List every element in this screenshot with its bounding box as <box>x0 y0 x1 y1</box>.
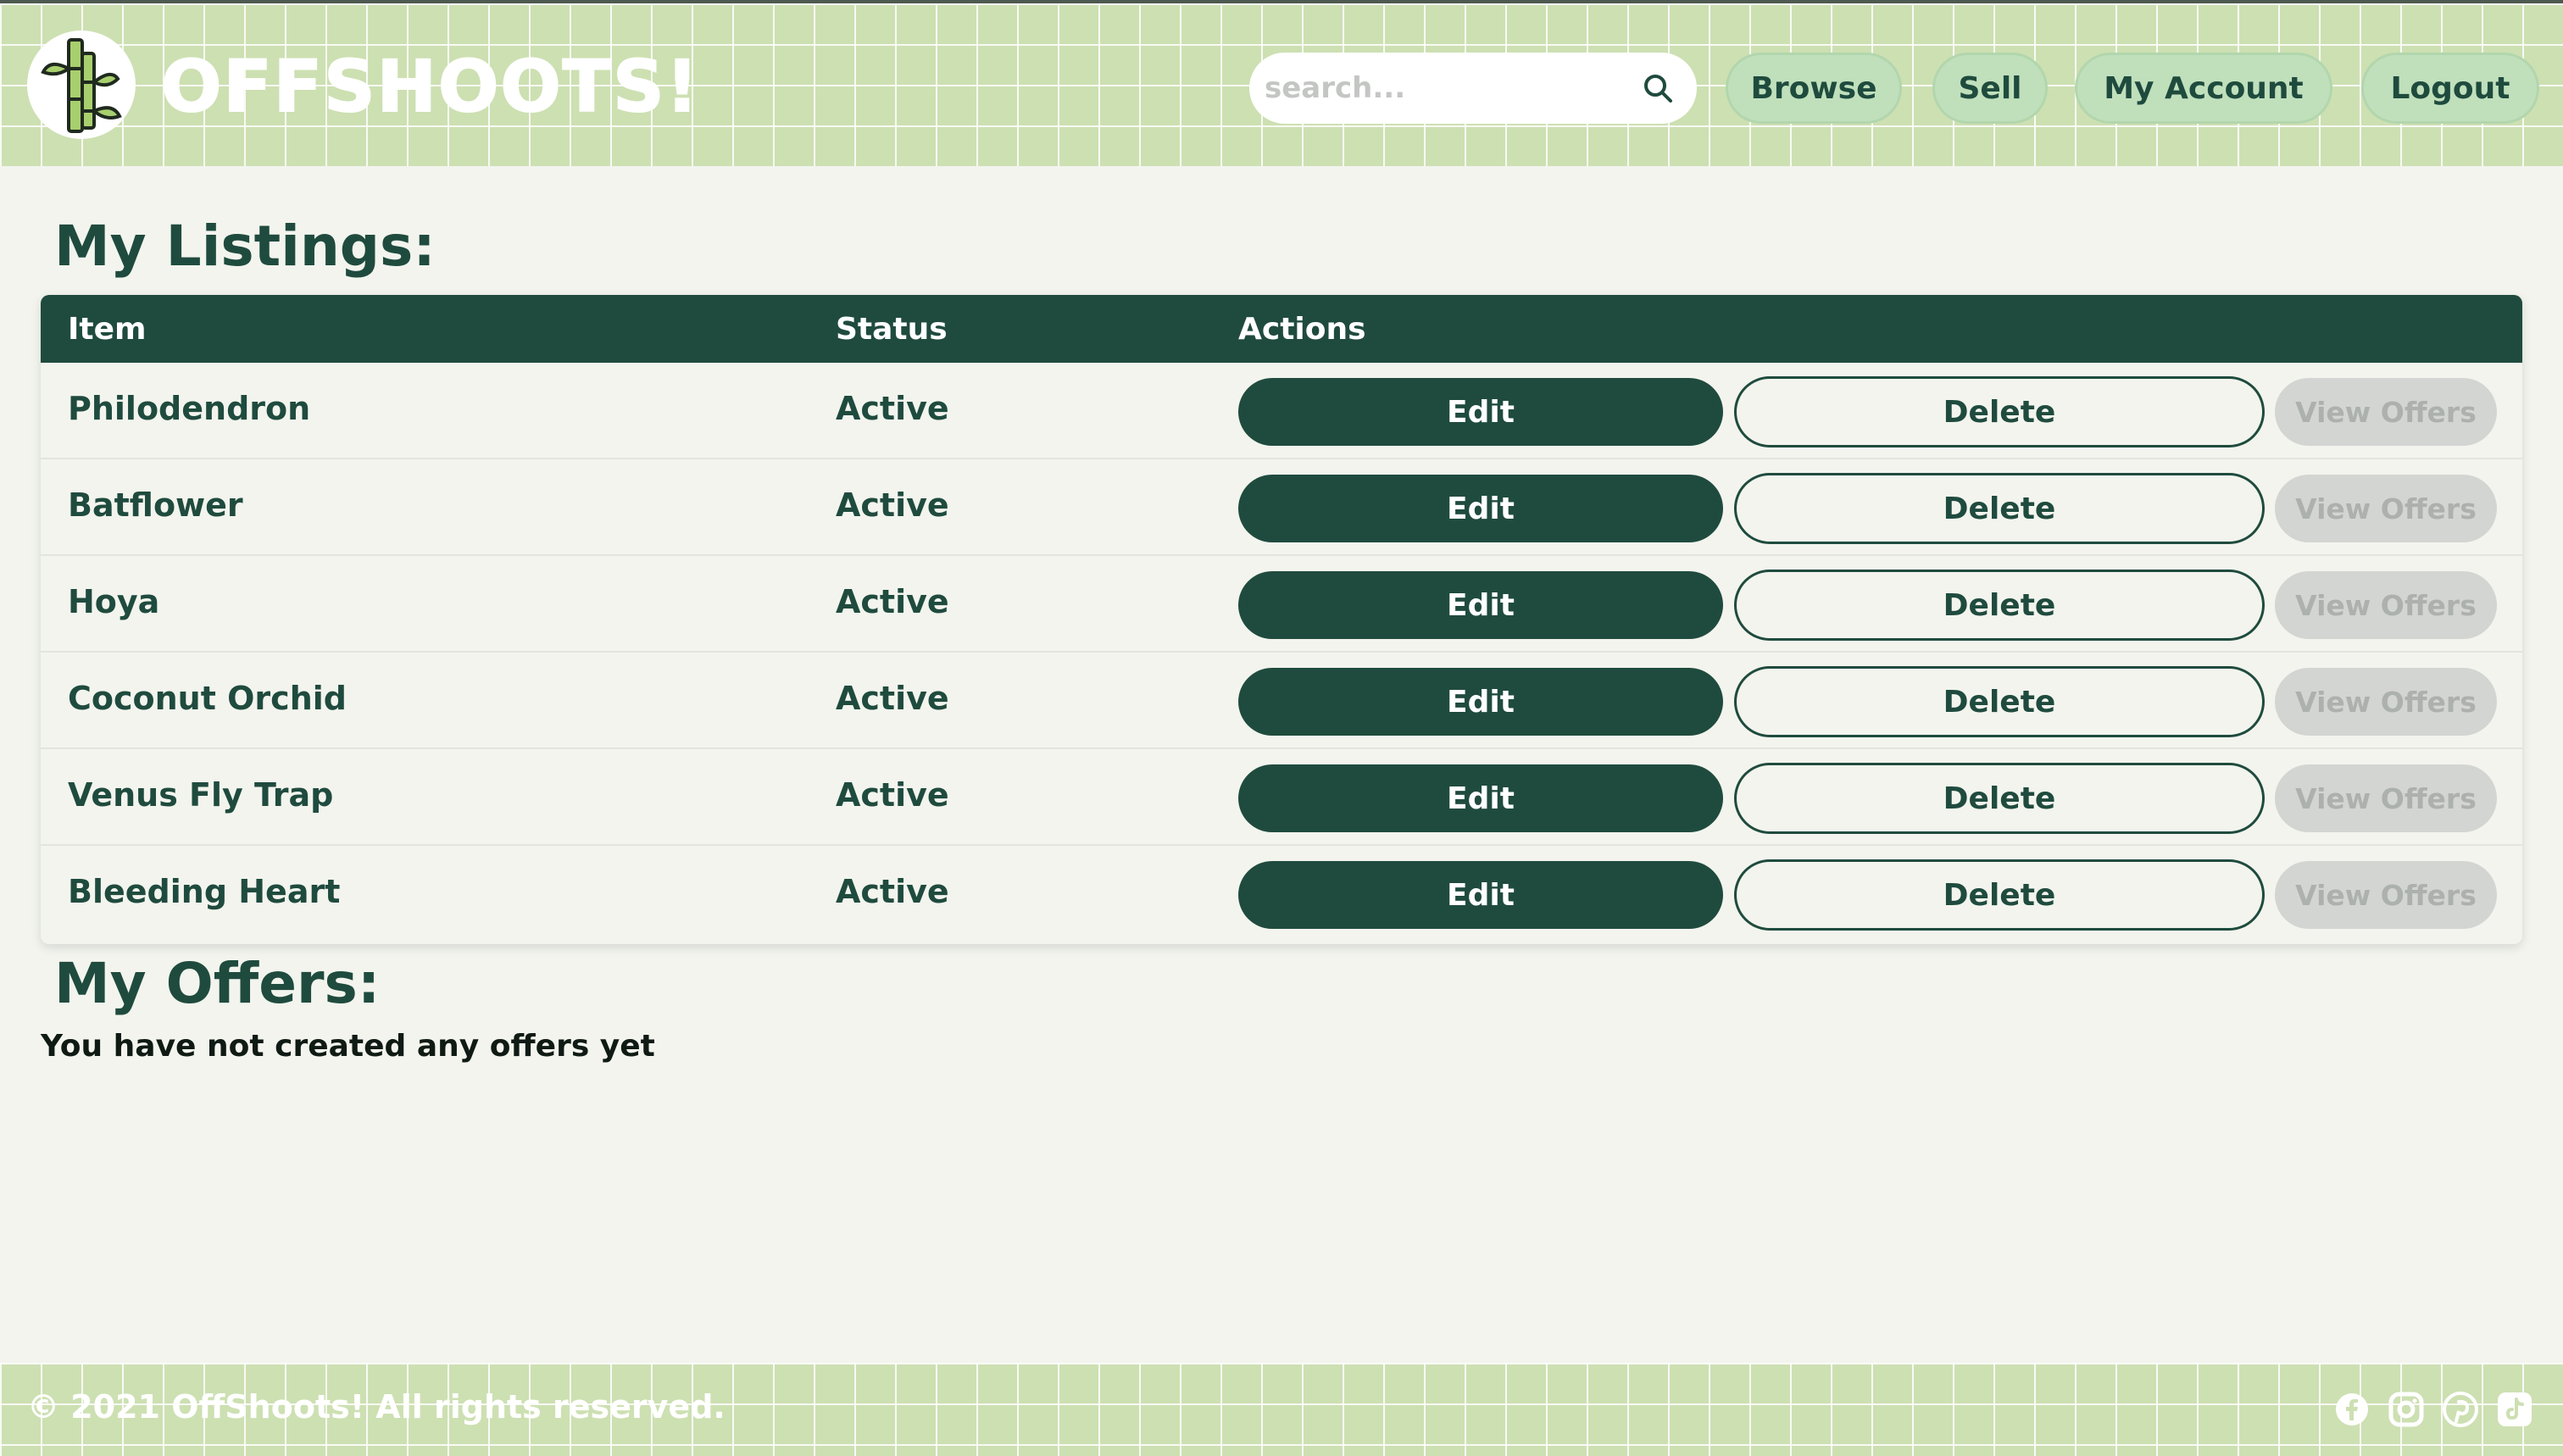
bamboo-icon <box>41 38 122 133</box>
delete-button[interactable]: Delete <box>1734 376 2265 447</box>
table-row: Venus Fly Trap Active Edit Delete View O… <box>41 749 2522 846</box>
view-offers-button[interactable]: View Offers <box>2275 861 2497 929</box>
delete-button[interactable]: Delete <box>1734 763 2265 834</box>
table-row: Coconut Orchid Active Edit Delete View O… <box>41 653 2522 749</box>
offers-title: My Offers: <box>54 951 381 1016</box>
view-offers-button[interactable]: View Offers <box>2275 378 2497 446</box>
item-name: Batflower <box>68 486 243 524</box>
brand-name[interactable]: OFFSHOOTS! <box>160 41 700 132</box>
delete-button[interactable]: Delete <box>1734 666 2265 737</box>
sell-button[interactable]: Sell <box>1932 53 2048 124</box>
delete-button[interactable]: Delete <box>1734 473 2265 544</box>
my-account-button[interactable]: My Account <box>2075 53 2332 124</box>
browse-button[interactable]: Browse <box>1726 53 1902 124</box>
edit-button[interactable]: Edit <box>1238 668 1723 736</box>
edit-button[interactable]: Edit <box>1238 764 1723 832</box>
view-offers-button[interactable]: View Offers <box>2275 764 2497 832</box>
facebook-icon[interactable] <box>2334 1392 2370 1427</box>
item-name: Hoya <box>68 583 160 620</box>
listings-table: Item Status Actions Philodendron Active … <box>41 295 2522 944</box>
edit-button[interactable]: Edit <box>1238 475 1723 542</box>
status-text: Active <box>836 583 949 620</box>
delete-button[interactable]: Delete <box>1734 570 2265 641</box>
table-row: Batflower Active Edit Delete View Offers <box>41 459 2522 556</box>
search-input[interactable] <box>1265 71 1637 105</box>
site-footer: © 2021 OffShoots! All rights reserved. <box>0 1363 2563 1456</box>
search-icon[interactable] <box>1641 71 1675 105</box>
logo[interactable] <box>27 31 136 139</box>
table-header: Item Status Actions <box>41 295 2522 363</box>
item-name: Bleeding Heart <box>68 873 341 910</box>
column-header-status: Status <box>836 312 948 347</box>
listings-title: My Listings: <box>54 214 436 279</box>
edit-button[interactable]: Edit <box>1238 571 1723 639</box>
status-text: Active <box>836 873 949 910</box>
item-name: Venus Fly Trap <box>68 776 334 814</box>
view-offers-button[interactable]: View Offers <box>2275 571 2497 639</box>
table-row: Hoya Active Edit Delete View Offers <box>41 556 2522 653</box>
search-box[interactable] <box>1249 53 1697 124</box>
column-header-actions: Actions <box>1238 312 1366 347</box>
column-header-item: Item <box>68 312 147 347</box>
status-text: Active <box>836 680 949 717</box>
table-row: Philodendron Active Edit Delete View Off… <box>41 363 2522 459</box>
copyright-text: © 2021 OffShoots! All rights reserved. <box>27 1388 726 1425</box>
delete-button[interactable]: Delete <box>1734 859 2265 931</box>
instagram-icon[interactable] <box>2388 1392 2424 1427</box>
empty-offers-message: You have not created any offers yet <box>41 1029 655 1064</box>
site-header: OFFSHOOTS! Browse Sell My Account Logout <box>0 0 2563 166</box>
edit-button[interactable]: Edit <box>1238 378 1723 446</box>
status-text: Active <box>836 486 949 524</box>
view-offers-button[interactable]: View Offers <box>2275 475 2497 542</box>
table-row: Bleeding Heart Active Edit Delete View O… <box>41 846 2522 942</box>
item-name: Philodendron <box>68 390 311 427</box>
status-text: Active <box>836 390 949 427</box>
item-name: Coconut Orchid <box>68 680 347 717</box>
pinterest-icon[interactable] <box>2443 1392 2478 1427</box>
view-offers-button[interactable]: View Offers <box>2275 668 2497 736</box>
status-text: Active <box>836 776 949 814</box>
edit-button[interactable]: Edit <box>1238 861 1723 929</box>
logout-button[interactable]: Logout <box>2361 53 2539 124</box>
tiktok-icon[interactable] <box>2497 1392 2532 1427</box>
